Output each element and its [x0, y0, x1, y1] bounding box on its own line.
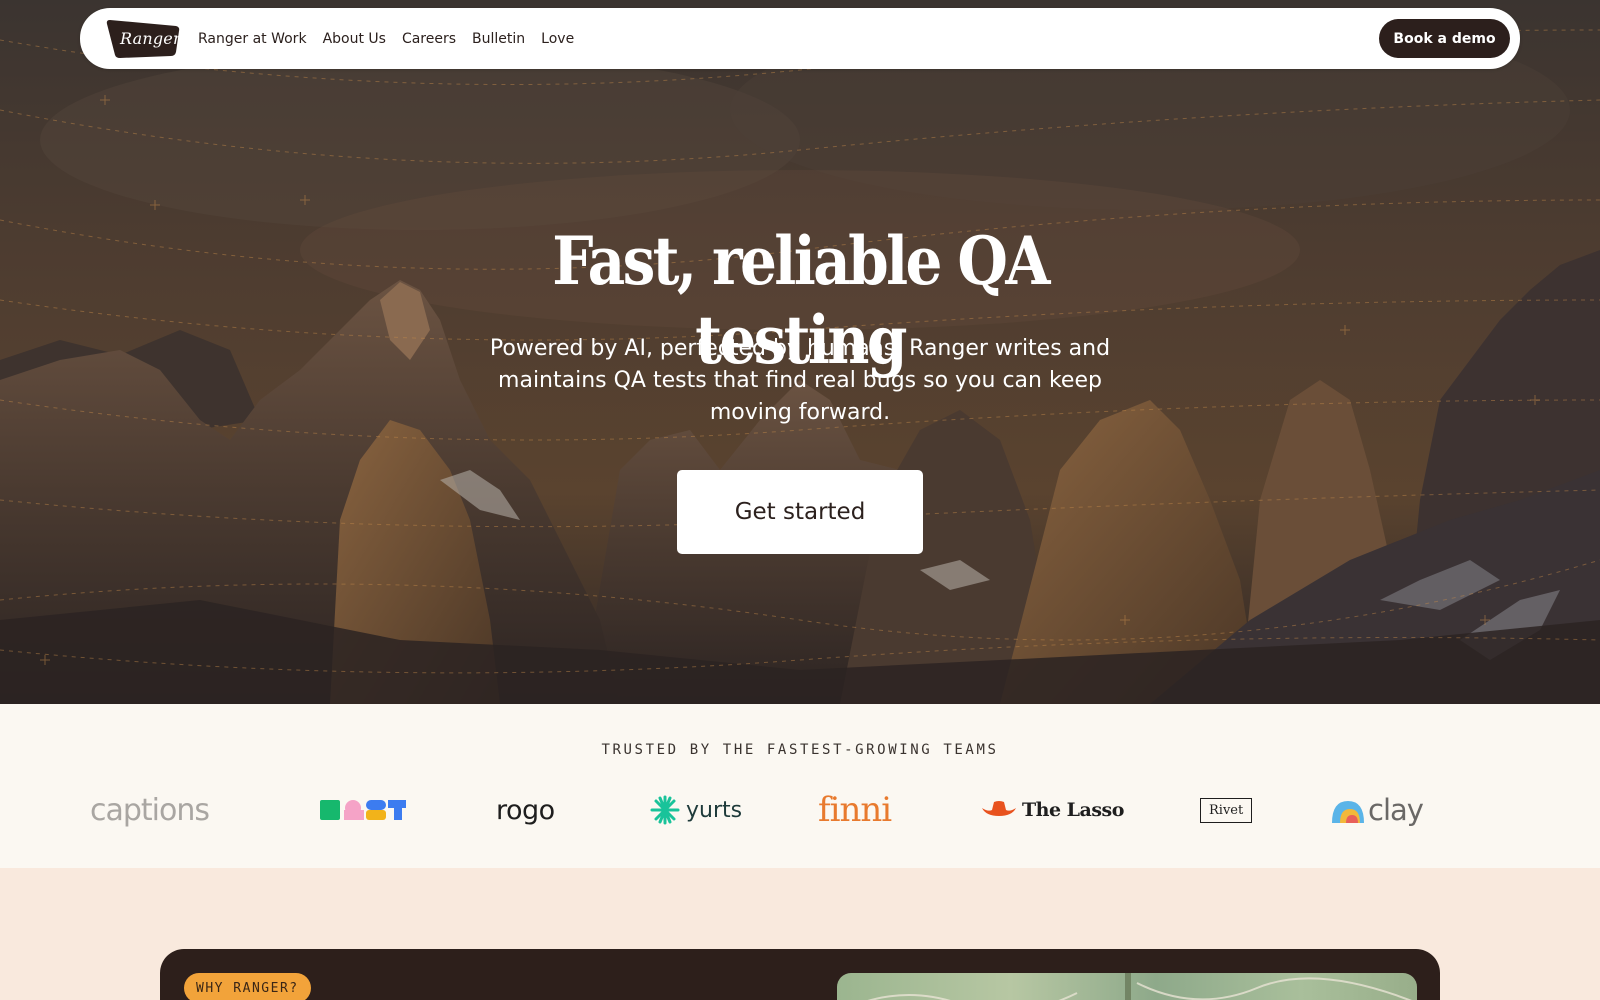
dust-logo-icon [320, 800, 406, 820]
logo-captions: captions [90, 792, 210, 828]
nav-link-careers[interactable]: Careers [402, 31, 456, 47]
trusted-label: TRUSTED BY THE FASTEST-GROWING TEAMS [601, 742, 999, 758]
topographic-map-image [837, 973, 1417, 1000]
logo-dust [320, 786, 406, 834]
trusted-by-section: TRUSTED BY THE FASTEST-GROWING TEAMS cap… [0, 704, 1600, 868]
logo-clay: clay [1330, 786, 1424, 834]
yurts-star-icon [650, 795, 680, 825]
map-texture [867, 973, 1412, 1000]
nav-links: Ranger at Work About Us Careers Bulletin… [198, 8, 590, 69]
nav-link-about-us[interactable]: About Us [323, 31, 386, 47]
logo-the-lasso: The Lasso [982, 786, 1124, 834]
hero-subtitle: Powered by AI, perfected by humans. Rang… [489, 336, 1111, 425]
nav-link-love[interactable]: Love [541, 31, 574, 47]
logo-yurts: yurts [650, 786, 742, 834]
logo-finni: finni [818, 790, 892, 830]
logo-text: Ranger [120, 29, 181, 48]
get-started-button[interactable]: Get started [677, 470, 923, 554]
clay-arch-icon [1332, 801, 1364, 823]
nav-link-ranger-at-work[interactable]: Ranger at Work [198, 31, 307, 47]
lasso-hat-icon [982, 801, 1016, 816]
logo-rivet: Rivet [1200, 786, 1253, 834]
book-demo-button[interactable]: Book a demo [1379, 19, 1510, 58]
why-ranger-section: WHY RANGER? [160, 949, 1440, 1000]
why-ranger-badge: WHY RANGER? [184, 973, 311, 1000]
customer-logos: captions rogo yurts finni The Lasso Rive… [80, 786, 1520, 834]
nav-link-bulletin[interactable]: Bulletin [472, 31, 525, 47]
logo-rogo: rogo [496, 794, 555, 826]
top-navbar: Ranger Ranger at Work About Us Careers B… [80, 8, 1520, 69]
hero-section: Ranger Ranger at Work About Us Careers B… [0, 0, 1600, 704]
ranger-logo[interactable]: Ranger [106, 18, 182, 59]
